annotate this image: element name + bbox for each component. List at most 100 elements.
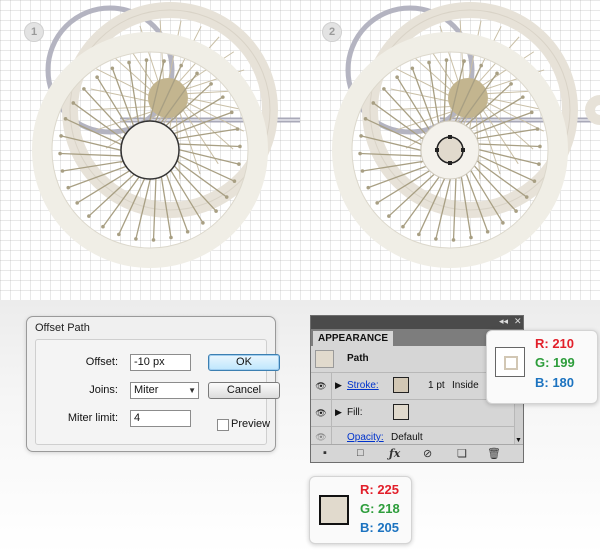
spoke-nipple — [235, 127, 240, 131]
fill-row[interactable]: 👁 ▶ Fill: — [311, 400, 515, 427]
expand-triangle-icon[interactable]: ▶ — [335, 380, 342, 391]
panel-title-bar: ◂◂ ✕ — [311, 316, 523, 329]
tab-appearance[interactable]: APPEARANCE — [313, 331, 393, 346]
spoke-nipple — [366, 185, 371, 190]
spoke-nipple — [162, 59, 166, 63]
clear-appearance-icon[interactable]: ⊘ — [423, 447, 432, 460]
offset-label: Offset: — [85, 356, 118, 368]
close-icon[interactable]: ✕ — [514, 316, 522, 327]
spoke-nipple — [87, 214, 91, 218]
trash-icon[interactable]: 🗑 — [487, 447, 501, 460]
spoke-nipple — [375, 201, 379, 205]
joins-label: Joins: — [89, 384, 118, 396]
spoke-nipple — [95, 75, 99, 79]
spoke-nipple — [417, 232, 421, 237]
spoke-nipple — [232, 179, 237, 183]
spoke-nipple — [66, 185, 71, 190]
spoke-nipple — [201, 221, 205, 225]
spoke-nipple — [151, 238, 156, 242]
stroke-color-swatch[interactable] — [393, 377, 409, 393]
eye-icon[interactable]: 👁 — [311, 373, 332, 399]
scroll-down-icon[interactable]: ▼ — [515, 437, 522, 444]
spoke-nipple — [462, 59, 466, 63]
fill-blue-value: B: 205 — [360, 520, 400, 535]
spoke-nipple — [71, 101, 76, 105]
spoke-nipple — [535, 127, 540, 131]
path-row[interactable]: Path — [311, 346, 515, 373]
offset-path-dialog: Offset Path Offset: -10 px Joins: Miter … — [26, 316, 280, 452]
spoke-nipple — [63, 117, 68, 121]
spoke-nipple — [229, 110, 234, 115]
spoke-nipple — [58, 151, 62, 156]
eye-icon[interactable]: 👁 — [311, 400, 332, 426]
preview-label: Preview — [231, 418, 271, 430]
spoke-nipple — [509, 82, 513, 86]
spoke-nipple — [59, 134, 63, 138]
opacity-value: Default — [391, 432, 423, 443]
add-fill-icon[interactable]: □ — [357, 447, 364, 459]
spoke-nipple — [427, 60, 431, 65]
spoke-nipple — [117, 232, 121, 237]
duplicate-item-icon[interactable]: ❏ — [457, 447, 467, 460]
preview-checkbox[interactable] — [217, 419, 229, 431]
spoke-nipple — [479, 63, 483, 68]
fill-label[interactable]: Fill: — [347, 407, 363, 418]
spoke-nipple — [179, 63, 183, 68]
miter-limit-label: Miter limit: — [67, 412, 118, 424]
chevron-down-icon: ▼ — [188, 386, 196, 395]
stroke-row[interactable]: 👁 ▶ Stroke: 1 pt Inside — [311, 373, 515, 400]
spoke-nipple — [401, 224, 405, 229]
spoke-nipple — [451, 238, 456, 242]
spoke-nipple — [359, 134, 363, 138]
spoke-nipple — [529, 110, 534, 115]
collapse-icon[interactable]: ◂◂ — [499, 316, 508, 327]
cancel-button[interactable]: Cancel — [208, 382, 280, 399]
spoke-nipple — [127, 60, 131, 65]
stroke-color-callout: R: 210 G: 199 B: 180 — [486, 330, 598, 404]
wheel-illustration-step-1 — [32, 2, 300, 268]
spoke-nipple — [224, 195, 229, 199]
spoke-nipple — [537, 162, 541, 166]
stroke-blue-value: B: 180 — [535, 375, 575, 390]
spoke-nipple — [363, 117, 368, 121]
dialog-title: Offset Path — [35, 322, 90, 334]
spoke-nipple — [524, 195, 529, 199]
ok-button[interactable]: OK — [208, 354, 280, 371]
wheel-spoke — [181, 99, 244, 132]
spoke-nipple — [82, 87, 86, 91]
spoke-nipple — [237, 162, 241, 166]
stroke-weight[interactable]: 1 pt — [428, 380, 445, 391]
spoke-nipple — [221, 95, 225, 99]
joins-select[interactable]: Miter ▼ — [130, 382, 199, 399]
wheel-illustration-step-2 — [332, 2, 600, 268]
spoke-nipple — [382, 87, 386, 91]
fill-red-value: R: 225 — [360, 482, 400, 497]
stroke-align: Inside — [452, 380, 479, 391]
spoke-nipple — [501, 221, 505, 225]
fill-color-swatch[interactable] — [393, 404, 409, 420]
spoke-nipple — [532, 179, 537, 183]
expand-triangle-icon[interactable]: ▶ — [335, 407, 342, 418]
spoke-nipple — [185, 229, 190, 234]
spoke-nipple — [395, 75, 399, 79]
spoke-nipple — [514, 209, 518, 213]
add-stroke-icon[interactable]: ▪ — [323, 447, 327, 459]
spoke-nipple — [410, 66, 415, 71]
fill-green-value: G: 218 — [360, 501, 400, 516]
panel-footer-toolbar: ▪ □ ƒx ⊘ ❏ 🗑 — [311, 444, 523, 462]
spoke-nipple — [60, 169, 65, 173]
spoke-nipple — [444, 58, 449, 62]
offset-input[interactable]: -10 px — [130, 354, 191, 371]
spoke-nipple — [238, 144, 242, 149]
fx-effect-icon[interactable]: ƒx — [389, 447, 400, 460]
stroke-swatch-inner — [504, 356, 518, 370]
step-badge-2: 2 — [322, 22, 342, 42]
opacity-label[interactable]: Opacity: — [347, 432, 384, 443]
miter-limit-input[interactable]: 4 — [130, 410, 191, 427]
stroke-label[interactable]: Stroke: — [347, 380, 379, 391]
artboard-canvas: 1 2 — [0, 0, 600, 300]
spoke-nipple — [387, 214, 391, 218]
path-thumbnail — [315, 350, 334, 368]
spoke-nipple — [538, 144, 542, 149]
path-label: Path — [347, 353, 369, 364]
